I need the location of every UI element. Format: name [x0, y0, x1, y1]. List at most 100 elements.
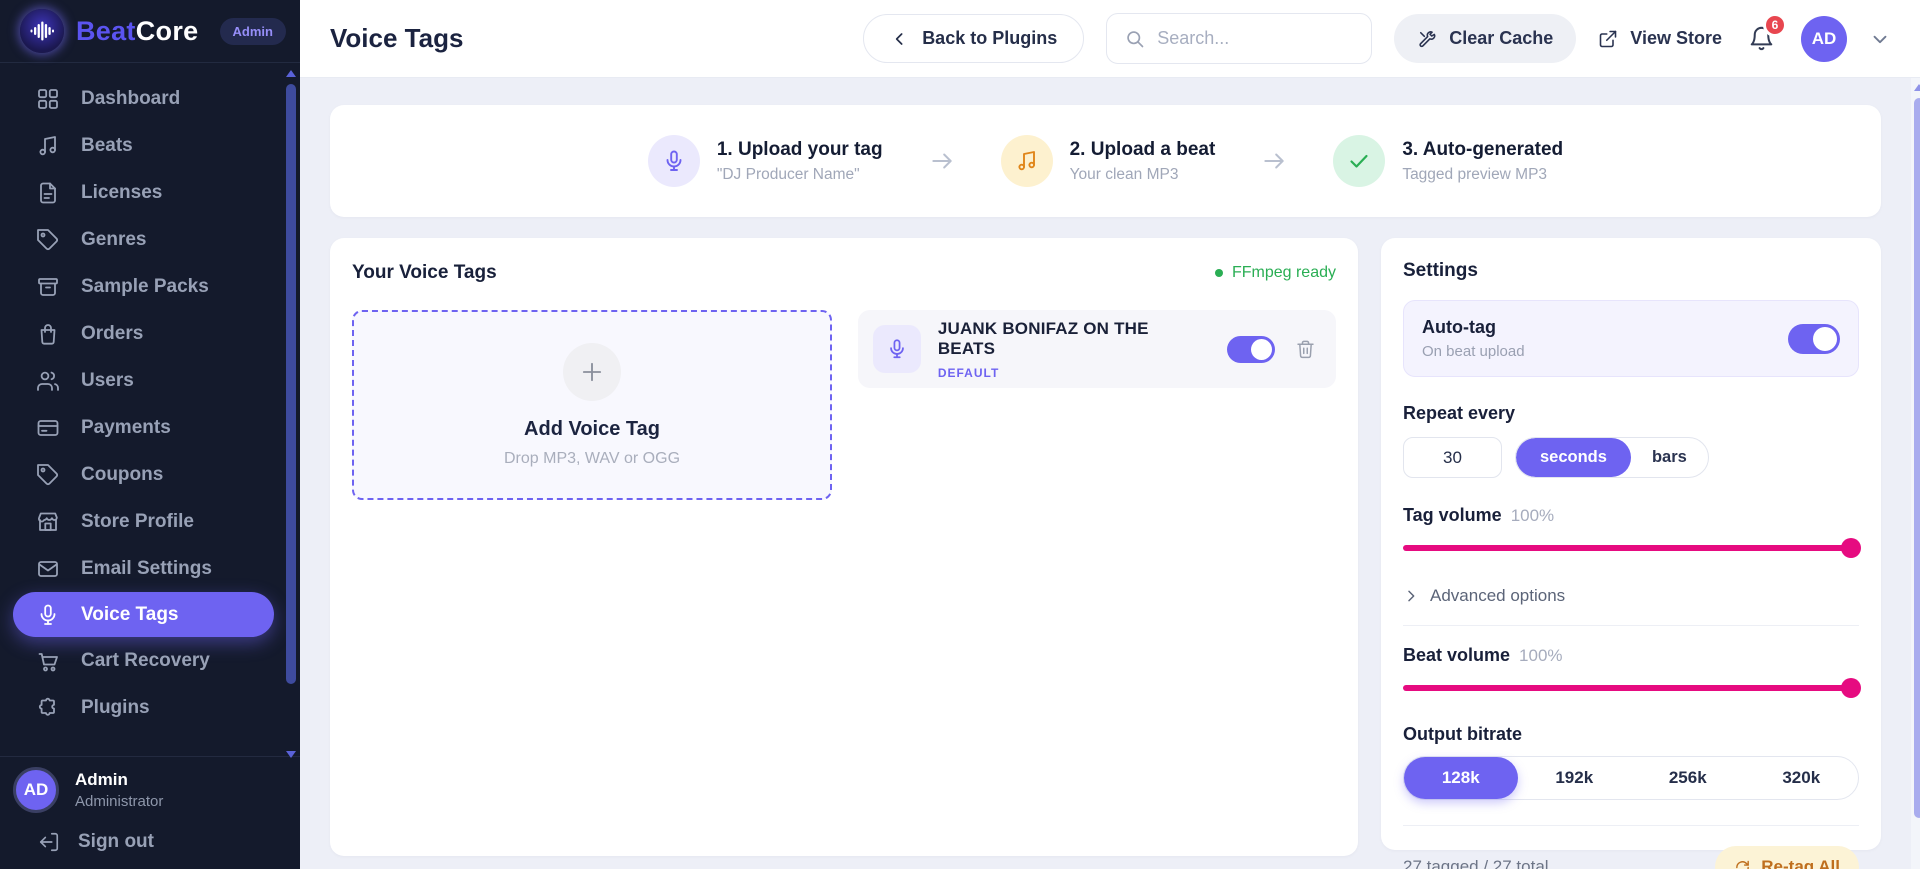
music-note-icon: [36, 134, 60, 158]
arrow-right-icon: [929, 148, 955, 174]
beatcore-logo-icon: [20, 9, 64, 53]
sidebar-item-dashboard[interactable]: Dashboard: [0, 75, 300, 122]
sign-out-button[interactable]: Sign out: [0, 819, 300, 869]
header-avatar[interactable]: AD: [1801, 15, 1847, 62]
profile-role: Administrator: [75, 793, 164, 810]
page-scrollbar[interactable]: [1911, 78, 1920, 869]
sidebar-item-orders[interactable]: Orders: [0, 310, 300, 357]
advanced-options-label: Advanced options: [1430, 586, 1566, 605]
sidebar-item-genres[interactable]: Genres: [0, 216, 300, 263]
page-title: Voice Tags: [330, 23, 464, 53]
search-input[interactable]: [1157, 28, 1328, 49]
check-icon: [1333, 135, 1386, 187]
users-icon: [36, 369, 60, 393]
sidebar-profile[interactable]: AD Admin Administrator: [0, 757, 300, 819]
log-out-icon: [38, 831, 60, 853]
sidebar-item-label: Plugins: [81, 696, 150, 718]
dropzone-subtitle: Drop MP3, WAV or OGG: [503, 449, 681, 467]
trash-icon[interactable]: [1295, 339, 1316, 360]
sidebar-item-label: Users: [81, 369, 134, 391]
search-box[interactable]: [1106, 13, 1373, 64]
sidebar-scrollbar-thumb[interactable]: [286, 84, 296, 684]
top-actions: Back to Plugins Clear Cache View Store 6…: [863, 13, 1891, 64]
auto-tag-toggle[interactable]: [1788, 323, 1840, 354]
grid-icon: [36, 87, 60, 111]
step-title: 2. Upload a beat: [1069, 138, 1216, 160]
view-store-label: View Store: [1630, 28, 1722, 48]
microphone-icon: [647, 135, 700, 187]
beat-volume-slider[interactable]: [1403, 678, 1861, 698]
microphone-icon: [36, 603, 60, 627]
scroll-down-arrow-icon[interactable]: [286, 751, 296, 758]
output-bitrate-label: Output bitrate: [1403, 724, 1522, 744]
sidebar-item-store-profile[interactable]: Store Profile: [0, 498, 300, 545]
sidebar-item-email-settings[interactable]: Email Settings: [0, 545, 300, 592]
document-icon: [36, 181, 60, 205]
default-badge: DEFAULT: [937, 365, 1000, 380]
brand-name: BeatCore: [76, 15, 199, 46]
tools-icon: [1417, 29, 1437, 49]
clear-cache-button[interactable]: Clear Cache: [1394, 14, 1577, 63]
sidebar-scrollbar[interactable]: [284, 66, 298, 758]
sidebar-item-label: Store Profile: [81, 510, 194, 532]
sidebar-item-beats[interactable]: Beats: [0, 122, 300, 169]
clear-cache-label: Clear Cache: [1449, 28, 1554, 48]
sidebar-item-payments[interactable]: Payments: [0, 404, 300, 451]
slider-thumb[interactable]: [1841, 678, 1861, 698]
tag-volume-value: 100%: [1510, 506, 1555, 525]
sidebar-item-label: Beats: [81, 134, 133, 156]
advanced-options-toggle[interactable]: Advanced options: [1403, 586, 1859, 606]
step-subtitle: Tagged preview MP3: [1402, 165, 1548, 183]
refresh-icon: [1734, 859, 1751, 869]
sidebar-item-plugins[interactable]: Plugins: [0, 684, 300, 731]
ffmpeg-status: FFmpeg ready: [1214, 264, 1336, 282]
beat-volume-value: 100%: [1519, 646, 1563, 665]
beat-volume-label: Beat volume: [1403, 645, 1511, 665]
sidebar-item-label: Payments: [81, 416, 171, 438]
toggle-knob: [1813, 326, 1837, 351]
tag-icon: [36, 463, 60, 487]
notifications-button[interactable]: 6: [1744, 13, 1787, 58]
sidebar-item-label: Coupons: [81, 463, 164, 485]
page-scrollbar-thumb[interactable]: [1914, 98, 1920, 818]
page-content: 1. Upload your tag "DJ Producer Name" 2.…: [300, 78, 1920, 869]
top-bar: Voice Tags Back to Plugins Clear Cache V…: [300, 0, 1920, 78]
sidebar-item-sample-packs[interactable]: Sample Packs: [0, 263, 300, 310]
plus-icon: [563, 342, 621, 401]
voice-tag-toggle[interactable]: [1227, 335, 1275, 363]
sidebar-item-voice-tags[interactable]: Voice Tags: [13, 592, 274, 637]
arrow-right-icon: [1261, 148, 1287, 174]
credit-card-icon: [36, 416, 60, 440]
divider: [1403, 625, 1859, 626]
retag-all-button[interactable]: Re-tag All: [1715, 846, 1859, 869]
sidebar-item-cart-recovery[interactable]: Cart Recovery: [0, 637, 300, 684]
sidebar: BeatCore Admin Dashboard Beats Licenses …: [0, 0, 300, 869]
slider-thumb[interactable]: [1841, 538, 1861, 558]
sidebar-item-label: Sample Packs: [81, 275, 209, 297]
repeat-unit-segment: seconds bars: [1515, 437, 1709, 478]
bitrate-option-320k[interactable]: 320k: [1745, 757, 1859, 799]
scroll-up-arrow-icon[interactable]: [1914, 84, 1920, 91]
view-store-link[interactable]: View Store: [1598, 28, 1722, 49]
main-area: Voice Tags Back to Plugins Clear Cache V…: [300, 0, 1920, 869]
sidebar-item-licenses[interactable]: Licenses: [0, 169, 300, 216]
add-voice-tag-dropzone[interactable]: Add Voice Tag Drop MP3, WAV or OGG: [352, 310, 832, 500]
profile-name: Admin: [75, 770, 128, 789]
bitrate-option-128k[interactable]: 128k: [1404, 757, 1518, 799]
unit-option-seconds[interactable]: seconds: [1516, 438, 1631, 477]
step-upload-tag: 1. Upload your tag "DJ Producer Name": [647, 135, 883, 187]
tag-volume-slider[interactable]: [1403, 538, 1861, 558]
chevron-down-icon[interactable]: [1869, 28, 1891, 50]
bitrate-option-192k[interactable]: 192k: [1518, 757, 1632, 799]
sign-out-label: Sign out: [78, 831, 154, 852]
avatar: AD: [13, 767, 59, 813]
settings-title: Settings: [1403, 260, 1478, 281]
unit-option-bars[interactable]: bars: [1631, 438, 1708, 477]
scroll-up-arrow-icon[interactable]: [286, 70, 296, 77]
repeat-interval-input[interactable]: [1403, 437, 1502, 478]
bitrate-option-256k[interactable]: 256k: [1631, 757, 1745, 799]
cart-icon: [36, 649, 60, 673]
back-to-plugins-button[interactable]: Back to Plugins: [863, 14, 1085, 63]
sidebar-item-coupons[interactable]: Coupons: [0, 451, 300, 498]
sidebar-item-users[interactable]: Users: [0, 357, 300, 404]
